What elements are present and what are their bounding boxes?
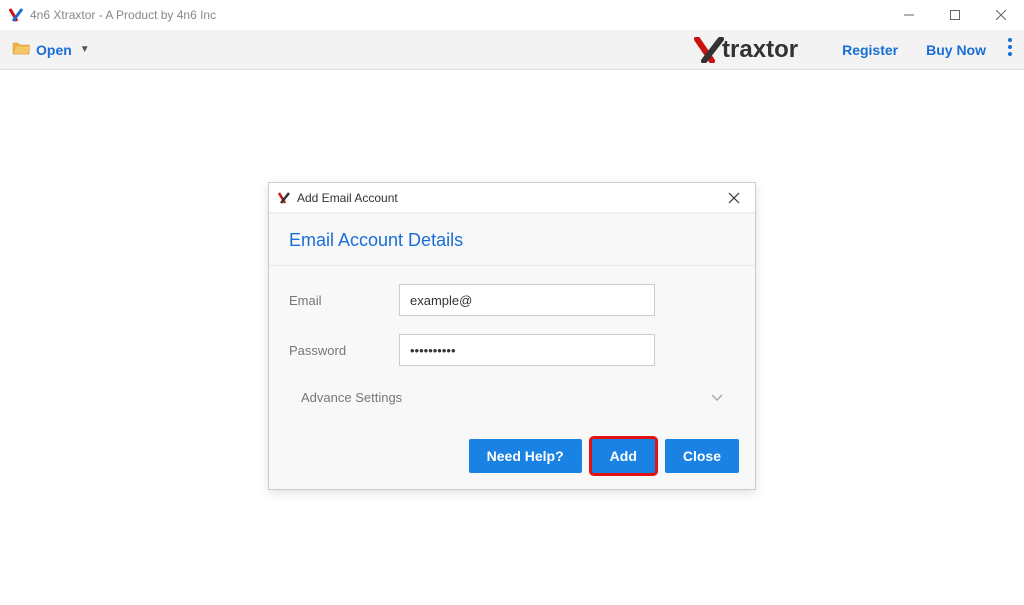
caret-down-icon: ▼ bbox=[80, 44, 90, 55]
window-titlebar: 4n6 Xtraxtor - A Product by 4n6 Inc bbox=[0, 0, 1024, 30]
app-logo-icon bbox=[8, 7, 24, 23]
main-toolbar: Open ▼ traxtor Register Buy Now bbox=[0, 30, 1024, 70]
register-link[interactable]: Register bbox=[842, 42, 898, 58]
close-button[interactable]: Close bbox=[665, 439, 739, 473]
brand-text: traxtor bbox=[722, 36, 798, 64]
add-button[interactable]: Add bbox=[592, 439, 655, 473]
dialog-close-button[interactable] bbox=[721, 185, 747, 211]
chevron-down-icon bbox=[711, 390, 723, 405]
dialog-footer: Need Help? Add Close bbox=[269, 429, 755, 489]
section-header: Email Account Details bbox=[269, 214, 755, 266]
dialog-body: Email Account Details Email Password Adv… bbox=[269, 213, 755, 489]
open-menu-button[interactable]: Open ▼ bbox=[12, 41, 90, 58]
email-input[interactable] bbox=[399, 284, 655, 316]
dialog-titlebar: Add Email Account bbox=[269, 183, 755, 213]
minimize-button[interactable] bbox=[886, 0, 932, 30]
window-controls bbox=[886, 0, 1024, 30]
open-label: Open bbox=[36, 42, 72, 58]
email-label: Email bbox=[289, 293, 399, 308]
password-label: Password bbox=[289, 343, 399, 358]
add-email-account-dialog: Add Email Account Email Account Details … bbox=[268, 182, 756, 490]
advance-settings-toggle[interactable]: Advance Settings bbox=[289, 384, 735, 421]
more-menu-button[interactable] bbox=[1008, 38, 1012, 61]
folder-icon bbox=[12, 41, 30, 58]
advance-settings-label: Advance Settings bbox=[301, 390, 402, 405]
dialog-title: Add Email Account bbox=[297, 191, 398, 205]
dialog-logo-icon bbox=[277, 191, 291, 205]
window-title: 4n6 Xtraxtor - A Product by 4n6 Inc bbox=[30, 8, 216, 22]
password-input[interactable] bbox=[399, 334, 655, 366]
maximize-button[interactable] bbox=[932, 0, 978, 30]
need-help-button[interactable]: Need Help? bbox=[469, 439, 582, 473]
close-window-button[interactable] bbox=[978, 0, 1024, 30]
buy-now-link[interactable]: Buy Now bbox=[926, 42, 986, 58]
brand-logo: traxtor bbox=[694, 36, 798, 64]
